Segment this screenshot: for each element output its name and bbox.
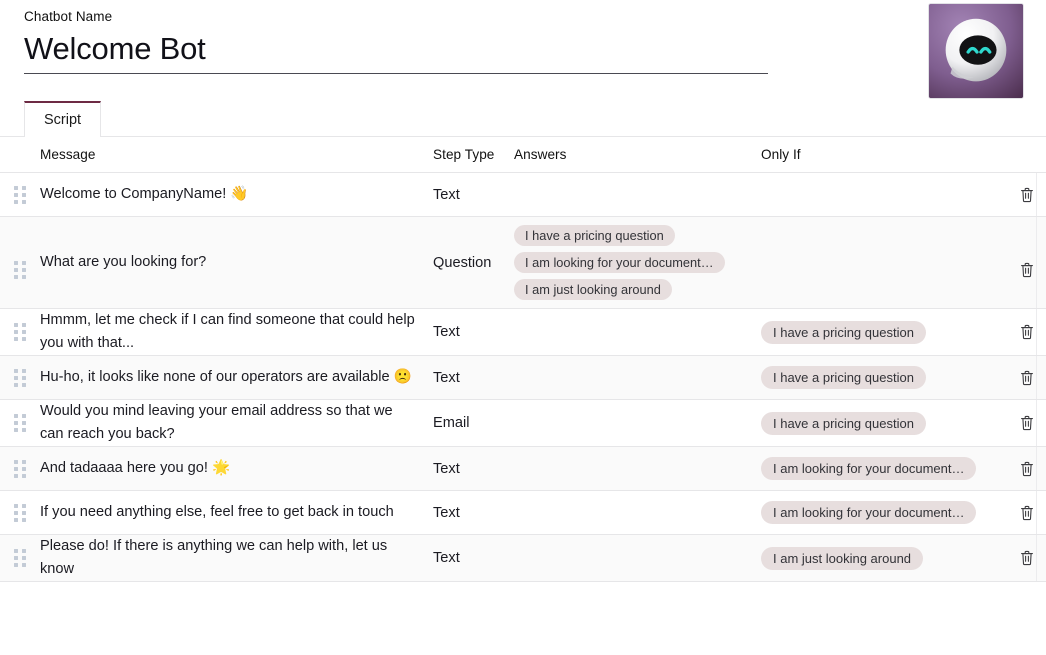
drag-handle-icon[interactable]: [0, 504, 40, 522]
delete-step-button[interactable]: [1007, 324, 1046, 340]
drag-handle-icon[interactable]: [0, 323, 40, 341]
cell-only-if[interactable]: I am looking for your document…: [761, 457, 1007, 480]
answer-chip[interactable]: I have a pricing question: [514, 225, 675, 246]
trash-icon: [1020, 461, 1034, 477]
cell-message[interactable]: Welcome to CompanyName! 👋: [40, 183, 433, 206]
answer-chip-list: I have a pricing question I am looking fo…: [514, 217, 725, 308]
trash-icon: [1020, 187, 1034, 203]
table-row[interactable]: And tadaaaa here you go! 🌟 Text I am looki…: [0, 447, 1046, 491]
cell-step-type[interactable]: Text: [433, 370, 514, 386]
answer-chip[interactable]: I am looking for your document…: [514, 252, 725, 273]
column-header-answers: Answers: [514, 147, 761, 162]
cell-message[interactable]: And tadaaaa here you go! 🌟: [40, 457, 433, 480]
trash-icon: [1020, 262, 1034, 278]
delete-step-button[interactable]: [1007, 248, 1046, 278]
cell-step-type[interactable]: Email: [433, 415, 514, 431]
message-text: Hmmm, let me check if I can find someone…: [40, 309, 419, 355]
step-type-text: Text: [433, 550, 460, 566]
cell-only-if[interactable]: I am looking for your document…: [761, 501, 1007, 524]
trash-icon: [1020, 550, 1034, 566]
only-if-chip[interactable]: I have a pricing question: [761, 412, 926, 435]
table-row[interactable]: Please do! If there is anything we can h…: [0, 535, 1046, 582]
message-text: If you need anything else, feel free to …: [40, 501, 394, 524]
chatbot-name-field-wrapper[interactable]: [24, 28, 768, 74]
script-table: Message Step Type Answers Only If Welcom…: [0, 137, 1046, 582]
table-row[interactable]: Would you mind leaving your email addres…: [0, 400, 1046, 447]
delete-step-button[interactable]: [1007, 370, 1046, 386]
table-header-row: Message Step Type Answers Only If: [0, 137, 1046, 173]
step-type-text: Text: [433, 505, 460, 521]
tab-script-label: Script: [44, 112, 81, 128]
column-header-step-type: Step Type: [433, 147, 514, 162]
step-type-text: Text: [433, 370, 460, 386]
only-if-chip[interactable]: I am looking for your document…: [761, 501, 976, 524]
delete-step-button[interactable]: [1007, 550, 1046, 566]
trash-icon: [1020, 370, 1034, 386]
step-type-text: Text: [433, 461, 460, 477]
delete-step-button[interactable]: [1007, 415, 1046, 431]
step-type-text: Question: [433, 255, 491, 271]
drag-handle-icon[interactable]: [0, 247, 40, 279]
tab-script[interactable]: Script: [24, 101, 101, 137]
robot-avatar-icon: [929, 4, 1023, 98]
message-text: Please do! If there is anything we can h…: [40, 535, 419, 581]
drag-handle-icon[interactable]: [0, 369, 40, 387]
drag-handle-icon[interactable]: [0, 460, 40, 478]
table-row[interactable]: Hmmm, let me check if I can find someone…: [0, 309, 1046, 356]
cell-message[interactable]: If you need anything else, feel free to …: [40, 501, 433, 524]
column-header-only-if: Only If: [761, 147, 1007, 162]
only-if-chip[interactable]: I am looking for your document…: [761, 457, 976, 480]
chatbot-name-label: Chatbot Name: [24, 8, 1022, 26]
cell-message[interactable]: Please do! If there is anything we can h…: [40, 535, 433, 581]
cell-only-if[interactable]: I am just looking around: [761, 547, 1007, 570]
cell-step-type[interactable]: Text: [433, 505, 514, 521]
message-text: And tadaaaa here you go! 🌟: [40, 457, 230, 480]
tab-bar: Script: [0, 101, 1046, 137]
step-type-text: Text: [433, 324, 460, 340]
delete-step-button[interactable]: [1007, 461, 1046, 477]
table-body: Welcome to CompanyName! 👋 Text What are yo…: [0, 173, 1046, 582]
cell-only-if[interactable]: I have a pricing question: [761, 412, 1007, 435]
answer-chip[interactable]: I am just looking around: [514, 279, 672, 300]
cell-only-if[interactable]: I have a pricing question: [761, 366, 1007, 389]
cell-step-type[interactable]: Text: [433, 187, 514, 203]
cell-message[interactable]: What are you looking for?: [40, 251, 433, 274]
only-if-chip[interactable]: I am just looking around: [761, 547, 923, 570]
cell-step-type[interactable]: Text: [433, 324, 514, 340]
drag-handle-icon[interactable]: [0, 186, 40, 204]
only-if-chip[interactable]: I have a pricing question: [761, 366, 926, 389]
cell-answers[interactable]: I have a pricing question I am looking fo…: [514, 217, 761, 308]
cell-step-type[interactable]: Question: [433, 255, 514, 271]
cell-only-if[interactable]: I have a pricing question: [761, 321, 1007, 344]
table-row[interactable]: Welcome to CompanyName! 👋 Text: [0, 173, 1046, 217]
delete-step-button[interactable]: [1007, 505, 1046, 521]
message-text: What are you looking for?: [40, 251, 206, 274]
cell-message[interactable]: Would you mind leaving your email addres…: [40, 400, 433, 446]
delete-step-button[interactable]: [1007, 187, 1046, 203]
robot-avatar[interactable]: [928, 3, 1024, 99]
chatbot-name-input[interactable]: [24, 28, 768, 70]
trash-icon: [1020, 324, 1034, 340]
chatbot-script-editor: Chatbot Name: [0, 0, 1046, 655]
only-if-chip[interactable]: I have a pricing question: [761, 321, 926, 344]
trash-icon: [1020, 505, 1034, 521]
drag-handle-icon[interactable]: [0, 549, 40, 567]
message-text: Would you mind leaving your email addres…: [40, 400, 419, 446]
message-text: Hu-ho, it looks like none of our operato…: [40, 366, 412, 389]
message-text: Welcome to CompanyName! 👋: [40, 183, 249, 206]
cell-step-type[interactable]: Text: [433, 550, 514, 566]
table-row[interactable]: If you need anything else, feel free to …: [0, 491, 1046, 535]
cell-step-type[interactable]: Text: [433, 461, 514, 477]
drag-handle-icon[interactable]: [0, 414, 40, 432]
header: Chatbot Name: [0, 0, 1046, 74]
trash-icon: [1020, 415, 1034, 431]
table-row[interactable]: Hu-ho, it looks like none of our operato…: [0, 356, 1046, 400]
cell-message[interactable]: Hmmm, let me check if I can find someone…: [40, 309, 433, 355]
step-type-text: Text: [433, 187, 460, 203]
cell-message[interactable]: Hu-ho, it looks like none of our operato…: [40, 366, 433, 389]
step-type-text: Email: [433, 415, 470, 431]
column-header-message: Message: [40, 147, 433, 162]
table-row[interactable]: What are you looking for? Question I have …: [0, 217, 1046, 309]
